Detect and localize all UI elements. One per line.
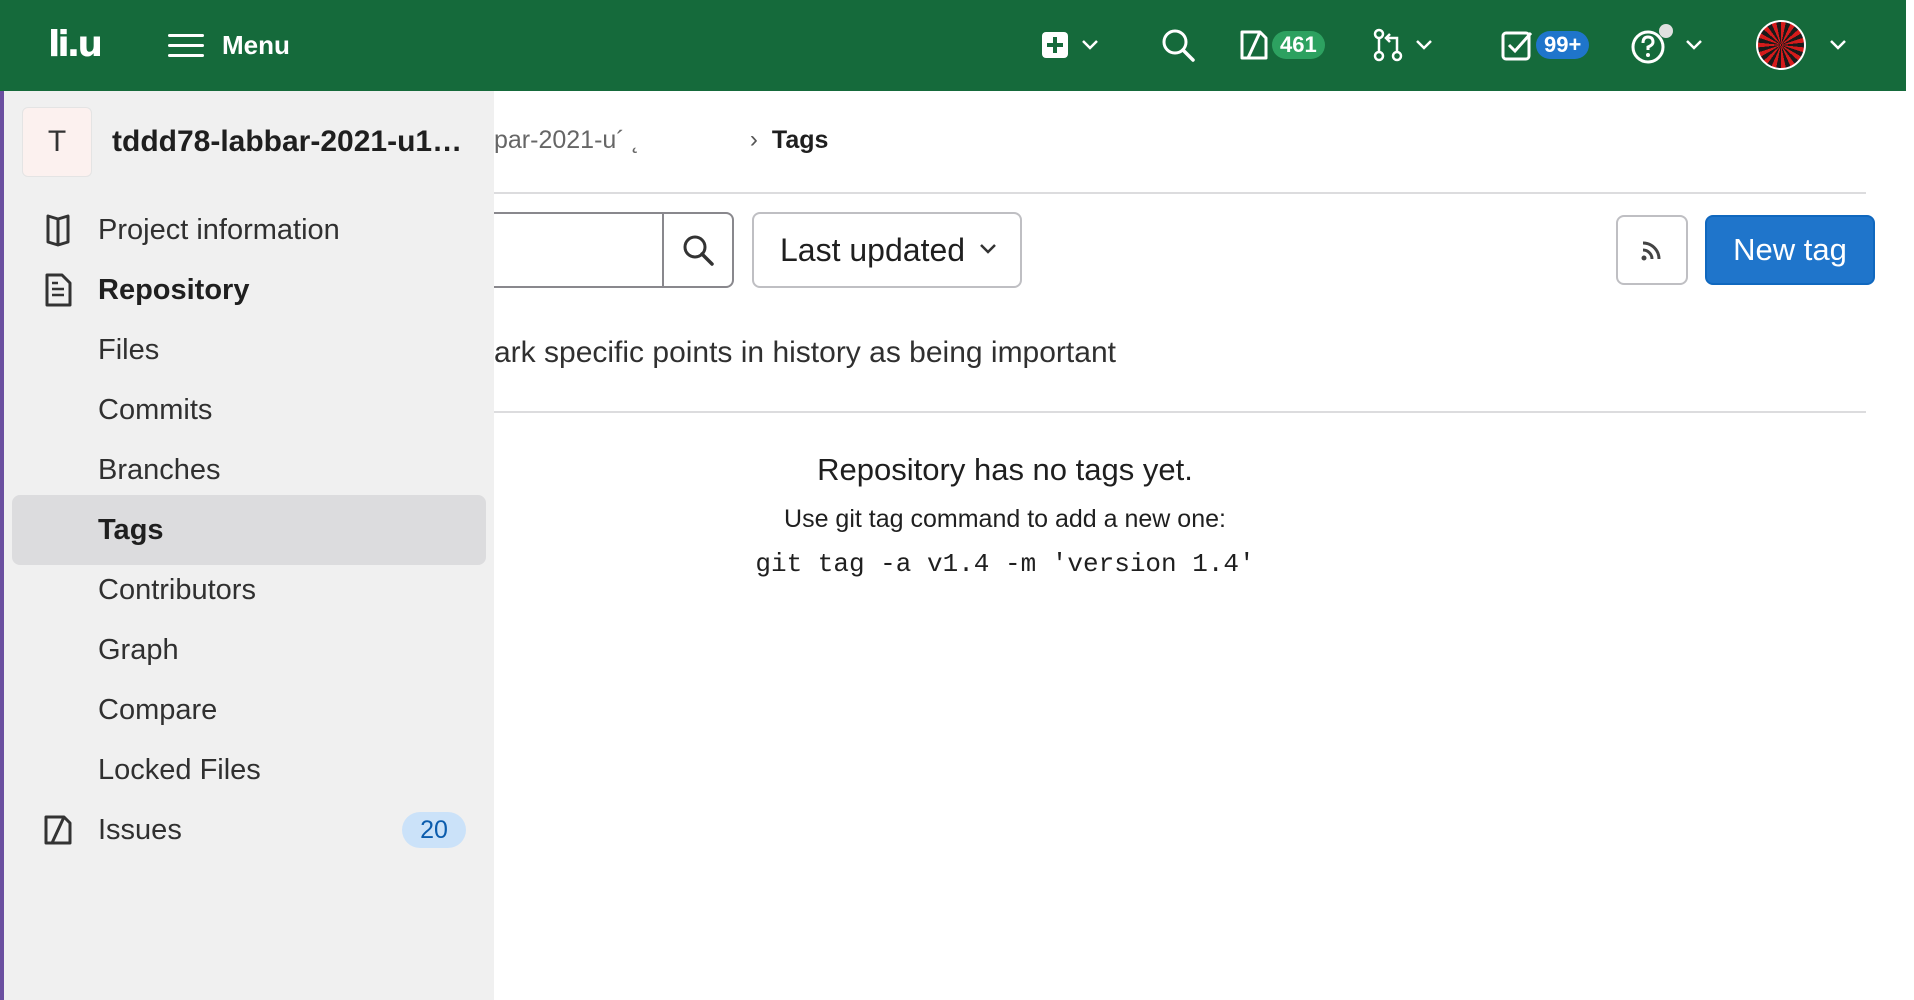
sidebar-item-label: Issues [98, 813, 182, 846]
page-description: ark specific points in history as being … [494, 336, 1116, 369]
breadcrumb: par-2021-u´ ˛ › Tags [494, 120, 828, 160]
chevron-down-icon [1416, 40, 1432, 50]
search-icon [1162, 29, 1195, 62]
todo-icon [1501, 31, 1533, 61]
project-information-icon [38, 210, 78, 250]
hamburger-icon [168, 32, 206, 58]
menu-label: Menu [222, 29, 290, 60]
chevron-right-icon: › [749, 126, 758, 153]
sidebar-item-label: Compare [98, 693, 218, 726]
issues-button[interactable]: 461 [1238, 20, 1325, 70]
sort-dropdown[interactable]: Last updated [752, 212, 1022, 288]
help-icon [1631, 24, 1673, 64]
sidebar-item-label: Locked Files [98, 753, 261, 786]
sidebar-project-header[interactable]: T tddd78-labbar-2021-u1… [22, 107, 472, 177]
merge-request-icon [1373, 28, 1403, 62]
sidebar-item-label: Contributors [98, 573, 256, 606]
sidebar-item-label: Files [98, 333, 160, 366]
divider [494, 411, 1866, 413]
merge-requests-button[interactable] [1372, 20, 1434, 70]
logo[interactable]: li.u [48, 24, 103, 65]
chevron-down-icon [1082, 40, 1098, 50]
chevron-down-icon [980, 244, 996, 254]
chevron-down-icon [1686, 40, 1702, 50]
sidebar-item-issues[interactable]: Issues 20 [12, 795, 486, 865]
menu-button[interactable]: Menu [168, 22, 290, 68]
sort-dropdown-label: Last updated [780, 231, 966, 268]
sidebar-item-label: Project information [98, 213, 340, 246]
user-menu-button[interactable] [1756, 20, 1848, 70]
breadcrumb-current[interactable]: Tags [772, 126, 829, 155]
issues-count-badge: 20 [402, 812, 466, 848]
new-tag-button[interactable]: New tag [1705, 215, 1875, 285]
sidebar-item-label: Commits [98, 393, 213, 426]
sidebar-item-label: Graph [98, 633, 179, 666]
rss-icon [1641, 241, 1661, 261]
empty-state-title: Repository has no tags yet. [817, 452, 1193, 487]
search-submit-button[interactable] [662, 214, 732, 286]
chevron-down-icon [1830, 40, 1846, 50]
issues-icon [1240, 30, 1268, 60]
empty-state-subtitle: Use git tag command to add a new one: [784, 505, 1226, 533]
sidebar-item-label: Branches [98, 453, 221, 486]
repository-icon [38, 270, 78, 310]
sidebar-item-label: Repository [98, 273, 250, 306]
search-input[interactable] [494, 214, 662, 286]
search-icon [683, 235, 714, 266]
project-name: tddd78-labbar-2021-u1… [112, 125, 463, 158]
breadcrumb-project-link[interactable]: par-2021-u´ ˛ [494, 126, 640, 155]
tag-search-field [494, 212, 734, 288]
sidebar: T tddd78-labbar-2021-u1… Project informa… [4, 91, 494, 1000]
empty-state-command: git tag -a v1.4 -m 'version 1.4' [755, 549, 1255, 579]
issues-count-badge: 461 [1272, 31, 1325, 59]
create-new-button[interactable] [1040, 20, 1100, 70]
divider [494, 192, 1866, 194]
issues-icon [38, 810, 78, 850]
search-button[interactable] [1160, 20, 1196, 70]
rss-feed-button[interactable] [1616, 215, 1688, 285]
avatar [1756, 20, 1806, 70]
project-avatar: T [22, 107, 92, 177]
todos-count-badge: 99+ [1536, 31, 1590, 59]
sidebar-item-label: Tags [98, 513, 164, 546]
help-button[interactable] [1630, 20, 1704, 70]
todos-button[interactable]: 99+ [1500, 20, 1590, 70]
window-edge [1906, 0, 1914, 1000]
plus-square-icon [1042, 32, 1068, 58]
top-navigation-bar: li.u Menu 461 99+ [0, 0, 1906, 91]
